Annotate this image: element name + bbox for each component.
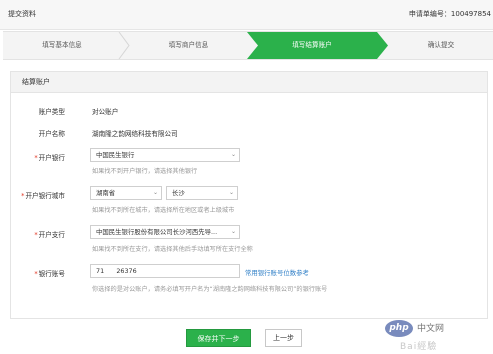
chevron-down-icon: ⌄ xyxy=(230,151,236,158)
chevron-down-icon: ⌄ xyxy=(230,228,236,235)
account-type-label: 账户类型 xyxy=(38,108,65,116)
bank-label: *开户银行 xyxy=(34,154,65,162)
save-next-button[interactable]: 保存并下一步 xyxy=(186,329,251,347)
account-digits-reference-link[interactable]: 常用银行账号位数参考 xyxy=(245,268,309,277)
php-logo-watermark: php xyxy=(385,320,413,337)
bank-city-label: *开户银行城市 xyxy=(21,192,65,200)
account-type-value: 对公账户 xyxy=(92,108,119,116)
bank-city-hint: 如果找不到所在城市，请选择所在地区或者上级城市 xyxy=(92,207,235,214)
required-mark: * xyxy=(34,270,38,278)
top-bar: 提交资料 申请单编号：100497854 xyxy=(0,0,493,30)
step-basic-info: 填写基本信息 xyxy=(42,41,82,49)
step-arrow-icon xyxy=(377,32,388,59)
account-number-label: *银行账号 xyxy=(34,270,65,278)
city-select[interactable]: 长沙 ⌄ xyxy=(166,186,238,200)
step-separator-icon xyxy=(118,32,130,59)
bank-hint: 如果找不到开户银行，请选择其他银行 xyxy=(92,168,198,175)
province-select[interactable]: 湖南省 ⌄ xyxy=(90,186,162,200)
page-title: 提交资料 xyxy=(8,10,36,18)
settlement-account-panel: 结算账户 xyxy=(10,71,488,319)
chevron-down-icon: ⌄ xyxy=(152,189,158,196)
branch-select[interactable]: 中国民生银行股份有限公司长沙河西先导... ⌄ xyxy=(90,225,240,239)
account-number-hint: 你选择的是对公账户，请务必填写开户名为“湖南隆之韵网络科技有限公司”的银行账号 xyxy=(92,286,328,293)
required-mark: * xyxy=(21,192,25,200)
progress-steps: 填写基本信息 填写商户信息 填写结算账户 确认提交 xyxy=(3,31,493,60)
baidu-watermark: Bai經驗 xyxy=(400,342,438,352)
account-name-label: 开户名称 xyxy=(38,130,65,138)
required-mark: * xyxy=(34,154,38,162)
application-number: 申请单编号：100497854 xyxy=(408,10,491,18)
step-separator-icon xyxy=(247,32,258,59)
account-number-input[interactable]: 71 26376 xyxy=(90,264,240,278)
branch-hint: 如果找不到所在支行，请选择其他后手动填写所在支行全称 xyxy=(92,246,253,253)
site-watermark: 中文网 xyxy=(417,324,445,334)
branch-label: *开户支行 xyxy=(34,231,65,239)
bank-select[interactable]: 中国民生银行 ⌄ xyxy=(90,148,240,162)
previous-step-button[interactable]: 上一步 xyxy=(265,329,302,347)
step-settlement-account: 填写结算账户 xyxy=(247,32,377,59)
required-mark: * xyxy=(34,231,38,239)
step-merchant-info: 填写商户信息 xyxy=(168,41,209,49)
account-name-value: 湖南隆之韵网络科技有限公司 xyxy=(92,130,178,138)
panel-title: 结算账户 xyxy=(11,72,487,93)
step-confirm-submit: 确认提交 xyxy=(427,41,455,49)
chevron-down-icon: ⌄ xyxy=(228,189,234,196)
